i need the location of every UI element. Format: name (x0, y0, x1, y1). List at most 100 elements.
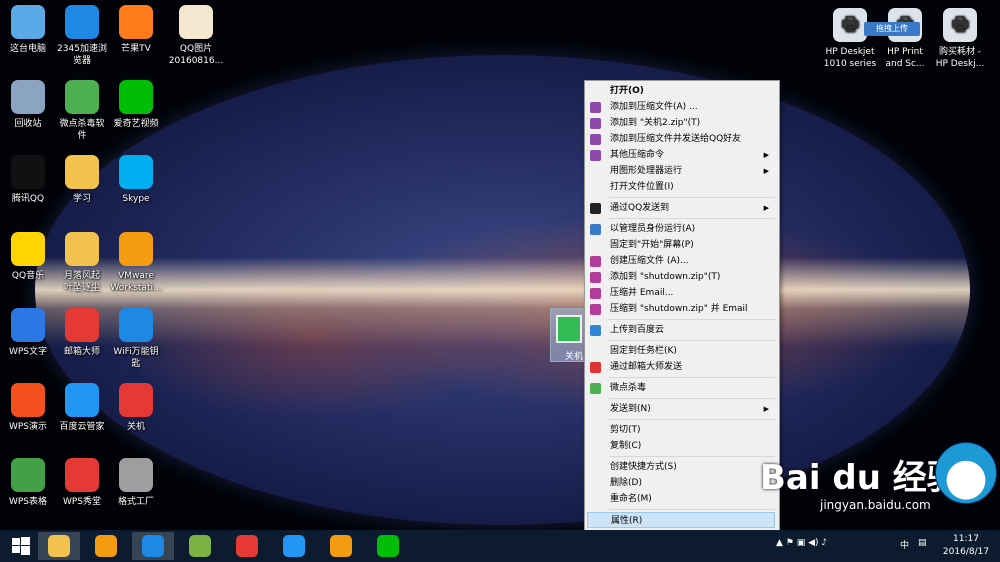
menu-item[interactable]: 通过QQ发送到 ▶ (587, 200, 775, 216)
menu-item[interactable]: 压缩并 Email... (587, 285, 775, 301)
menu-item-label: 删除(D) (610, 478, 642, 488)
wifi-key-icon (95, 535, 117, 557)
desktop-icon[interactable]: 2345加速浏 览器 (54, 5, 110, 67)
menu-item[interactable]: 通过邮箱大师发送 (587, 359, 775, 375)
desktop-icon-printer[interactable]: 🖶 HP Deskjet 1010 series (822, 8, 878, 70)
desktop-icon-printer[interactable]: 🖶 购买耗材 - HP Deskj... (932, 8, 988, 70)
menu-item-label: 压缩到 "shutdown.zip" 并 Email (610, 304, 748, 314)
menu-item-label: 属性(R) (611, 516, 643, 526)
shield-icon (590, 224, 601, 235)
desktop-icon[interactable]: 微点杀毒软 件 (54, 80, 110, 142)
menu-item[interactable]: 剪切(T) (587, 422, 775, 438)
menu-item[interactable]: 打开(O) (587, 83, 775, 99)
menu-item[interactable]: 打开文件位置(I) (587, 179, 775, 195)
vmware-icon (330, 535, 352, 557)
menu-item[interactable]: 固定到"开始"屏幕(P) (587, 237, 775, 253)
doraemon-mascot-icon (935, 442, 997, 504)
printer-icon: 🖶 (833, 8, 867, 42)
menu-item[interactable]: 重命名(M) (587, 491, 775, 507)
desktop-icon-label: 爱奇艺视频 (113, 119, 159, 129)
desktop-icon[interactable]: 学习 (54, 155, 110, 205)
desktop-icon-label: 月落风起 叶坠逐尘 (63, 271, 100, 293)
desktop-icon[interactable]: 百度云管家 (54, 383, 110, 433)
desktop-icon[interactable]: WPS演示 (0, 383, 56, 433)
desktop[interactable]: 这台电脑 2345加速浏 览器 芒果TV QQ图片 20160816... 回收站 微点杀… (0, 0, 1000, 530)
taskbar-button[interactable] (320, 532, 362, 560)
menu-item-label: 剪切(T) (610, 425, 641, 435)
desktop-icon[interactable]: VMware Workstati... (108, 232, 164, 294)
vmware-icon (119, 232, 153, 266)
menu-item[interactable]: 固定到任务栏(K) (587, 343, 775, 359)
menu-item[interactable]: 压缩到 "shutdown.zip" 并 Email (587, 301, 775, 317)
menu-item[interactable]: 复制(C) (587, 438, 775, 454)
desktop-icon[interactable]: WPS文字 (0, 308, 56, 358)
winrar-icon (590, 150, 601, 161)
desktop-icon[interactable]: WPS表格 (0, 458, 56, 508)
desktop-icon[interactable]: 回收站 (0, 80, 56, 130)
qq-penguin-icon (590, 203, 601, 214)
taskbar-button[interactable] (273, 532, 315, 560)
menu-separator (609, 218, 775, 219)
taskbar-clock[interactable]: 11:17 2016/8/17 (936, 533, 996, 559)
menu-item[interactable]: 创建快捷方式(S) (587, 459, 775, 475)
desktop-icon[interactable]: 腾讯QQ (0, 155, 56, 205)
desktop-icon-printer[interactable]: 🖶HP Print and Sc... (877, 8, 933, 70)
taskbar-button[interactable] (38, 532, 80, 560)
desktop-icon[interactable]: 爱奇艺视频 (108, 80, 164, 130)
desktop-icon[interactable]: 格式工厂 (108, 458, 164, 508)
desktop-icon[interactable]: 芒果TV (108, 5, 164, 55)
menu-item-label: 上传到百度云 (610, 325, 665, 335)
desktop-icon-label: 格式工厂 (117, 497, 154, 507)
tray-ime[interactable]: 中 (900, 538, 909, 551)
menu-item[interactable]: 添加到 "关机2.zip"(T) (587, 115, 775, 131)
desktop-icon[interactable]: 关机 (108, 383, 164, 433)
menu-item[interactable]: 添加到压缩文件(A) ... (587, 99, 775, 115)
desktop-icon[interactable]: 月落风起 叶坠逐尘 (54, 232, 110, 294)
taskbar-button[interactable] (85, 532, 127, 560)
archive-icon (590, 288, 601, 299)
browser-2345-icon (65, 5, 99, 39)
menu-item[interactable]: 发送到(N) ▶ (587, 401, 775, 417)
baidu-cloud-icon (65, 383, 99, 417)
wps-spreadsheet-icon (11, 458, 45, 492)
wifi-key-icon (119, 308, 153, 342)
menu-item[interactable]: 其他压缩命令 ▶ (587, 147, 775, 163)
desktop-icon[interactable]: Skype (108, 155, 164, 205)
desktop-icon[interactable]: 邮箱大师 (54, 308, 110, 358)
menu-item[interactable]: 添加到 "shutdown.zip"(T) (587, 269, 775, 285)
menu-item[interactable]: 用图形处理器运行 ▶ (587, 163, 775, 179)
mail-master-icon (590, 362, 601, 373)
iqiyi-icon (119, 80, 153, 114)
menu-separator (609, 340, 775, 341)
menu-item[interactable]: 创建压缩文件 (A)... (587, 253, 775, 269)
taskbar-button[interactable] (226, 532, 268, 560)
desktop-icon[interactable]: QQ音乐 (0, 232, 56, 282)
shortcut-icon (556, 315, 582, 343)
menu-item-label: 其他压缩命令 (610, 150, 665, 160)
taskbar-button[interactable] (367, 532, 409, 560)
menu-item-label: 微点杀毒 (610, 383, 647, 393)
desktop-icon[interactable]: WPS秀堂 (54, 458, 110, 508)
context-menu: 打开(O) 添加到压缩文件(A) ... 添加到 "关机2.zip"(T) 添加到压缩… (584, 80, 780, 530)
menu-item[interactable]: 以管理员身份运行(A) (587, 221, 775, 237)
menu-item[interactable]: 添加到压缩文件并发送给QQ好友 (587, 131, 775, 147)
menu-separator (609, 509, 775, 510)
menu-item[interactable]: 上传到百度云 (587, 322, 775, 338)
file-explorer-icon (48, 535, 70, 557)
upload-badge[interactable]: 拖拽上传 (864, 22, 920, 36)
desktop-icon-label: 百度云管家 (59, 422, 105, 432)
menu-item-label: 发送到(N) (610, 404, 651, 414)
menu-item[interactable]: 删除(D) (587, 475, 775, 491)
menu-item[interactable]: 微点杀毒 (587, 380, 775, 396)
menu-item[interactable]: 属性(R) (587, 512, 775, 528)
taskbar-button[interactable] (132, 532, 174, 560)
clock-date: 2016/8/17 (942, 547, 990, 557)
desktop-icon[interactable]: 这台电脑 (0, 5, 56, 55)
tray-icons[interactable]: ▲ ⚑ ▣ ◀) ♪ (776, 538, 827, 548)
desktop-icon-label: 购买耗材 - HP Deskj... (935, 47, 985, 69)
taskbar-button[interactable] (179, 532, 221, 560)
windows-start-button[interactable] (0, 532, 42, 560)
desktop-icon[interactable]: QQ图片 20160816... (168, 5, 224, 67)
tray-keyboard-icon[interactable]: ▤ (918, 538, 927, 548)
desktop-icon[interactable]: WiFi万能钥 匙 (108, 308, 164, 370)
